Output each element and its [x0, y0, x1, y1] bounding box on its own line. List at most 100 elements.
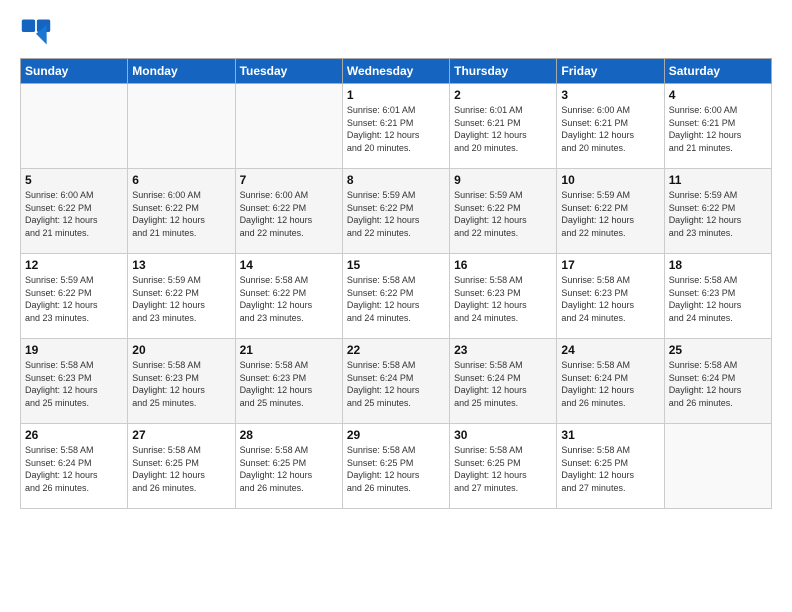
day-cell: 5Sunrise: 6:00 AM Sunset: 6:22 PM Daylig… [21, 169, 128, 254]
day-cell: 24 Sunrise: 5:58 AM Sunset: 6:24 PM Dayli… [557, 339, 664, 424]
day-cell: 18Sunrise: 5:58 AM Sunset: 6:23 PM Dayli… [664, 254, 771, 339]
calendar: SundayMondayTuesdayWednesdayThursdayFrid… [20, 58, 772, 509]
day-cell: 9 Sunrise: 5:59 AM Sunset: 6:22 PM Daylig… [450, 169, 557, 254]
day-info: Sunrise: 5:58 AM Sunset: 6:23 PM Dayligh… [25, 359, 123, 409]
day-cell: 6Sunrise: 6:00 AM Sunset: 6:22 PM Daylig… [128, 169, 235, 254]
day-cell [21, 84, 128, 169]
day-info: Sunrise: 5:59 AM Sunset: 6:22 PM Dayligh… [347, 189, 445, 239]
day-info: Sunrise: 5:59 AM Sunset: 6:22 PM Dayligh… [561, 189, 659, 239]
day-cell: 25 Sunrise: 5:58 AM Sunset: 6:24 PM Dayli… [664, 339, 771, 424]
day-info: Sunrise: 5:58 AM Sunset: 6:23 PM Dayligh… [561, 274, 659, 324]
weekday-header-thursday: Thursday [450, 59, 557, 84]
day-cell: 27 Sunrise: 5:58 AM Sunset: 6:25 PM Dayli… [128, 424, 235, 509]
day-number: 3 [561, 88, 659, 102]
day-info: Sunrise: 5:58 AM Sunset: 6:24 PM Dayligh… [561, 359, 659, 409]
day-info: Sunrise: 5:58 AM Sunset: 6:23 PM Dayligh… [132, 359, 230, 409]
day-cell: 4Sunrise: 6:00 AM Sunset: 6:21 PM Daylig… [664, 84, 771, 169]
day-cell: 11 Sunrise: 5:59 AM Sunset: 6:22 PM Dayli… [664, 169, 771, 254]
day-cell [128, 84, 235, 169]
day-info: Sunrise: 5:58 AM Sunset: 6:24 PM Dayligh… [669, 359, 767, 409]
day-number: 24 [561, 343, 659, 357]
week-row-4: 26 Sunrise: 5:58 AM Sunset: 6:24 PM Dayli… [21, 424, 772, 509]
day-number: 25 [669, 343, 767, 357]
day-cell: 20 Sunrise: 5:58 AM Sunset: 6:23 PM Dayli… [128, 339, 235, 424]
day-number: 17 [561, 258, 659, 272]
day-number: 21 [240, 343, 338, 357]
week-row-0: 1 Sunrise: 6:01 AM Sunset: 6:21 PM Daylig… [21, 84, 772, 169]
day-number: 30 [454, 428, 552, 442]
day-cell: 23 Sunrise: 5:58 AM Sunset: 6:24 PM Dayli… [450, 339, 557, 424]
day-info: Sunrise: 6:00 AM Sunset: 6:22 PM Dayligh… [240, 189, 338, 239]
day-info: Sunrise: 5:59 AM Sunset: 6:22 PM Dayligh… [132, 274, 230, 324]
day-cell: 8 Sunrise: 5:59 AM Sunset: 6:22 PM Daylig… [342, 169, 449, 254]
day-info: Sunrise: 5:58 AM Sunset: 6:22 PM Dayligh… [347, 274, 445, 324]
day-info: Sunrise: 5:58 AM Sunset: 6:24 PM Dayligh… [25, 444, 123, 494]
day-cell: 22 Sunrise: 5:58 AM Sunset: 6:24 PM Dayli… [342, 339, 449, 424]
page: SundayMondayTuesdayWednesdayThursdayFrid… [0, 0, 792, 612]
day-cell: 30 Sunrise: 5:58 AM Sunset: 6:25 PM Dayli… [450, 424, 557, 509]
day-number: 12 [25, 258, 123, 272]
day-number: 13 [132, 258, 230, 272]
day-cell: 14Sunrise: 5:58 AM Sunset: 6:22 PM Dayli… [235, 254, 342, 339]
week-row-1: 5 Sunrise: 6:00 AM Sunset: 6:22 PM Daylig… [21, 169, 772, 254]
day-number: 22 [347, 343, 445, 357]
day-number: 8 [347, 173, 445, 187]
day-cell: 13 Sunrise: 5:59 AM Sunset: 6:22 PM Dayli… [128, 254, 235, 339]
day-cell: 16 Sunrise: 5:58 AM Sunset: 6:23 PM Dayli… [450, 254, 557, 339]
weekday-header-tuesday: Tuesday [235, 59, 342, 84]
day-info: Sunrise: 5:58 AM Sunset: 6:22 PM Dayligh… [240, 274, 338, 324]
day-info: Sunrise: 5:58 AM Sunset: 6:25 PM Dayligh… [454, 444, 552, 494]
weekday-header-wednesday: Wednesday [342, 59, 449, 84]
day-number: 20 [132, 343, 230, 357]
day-number: 26 [25, 428, 123, 442]
day-number: 11 [669, 173, 767, 187]
day-info: Sunrise: 5:58 AM Sunset: 6:23 PM Dayligh… [669, 274, 767, 324]
day-info: Sunrise: 5:59 AM Sunset: 6:22 PM Dayligh… [25, 274, 123, 324]
day-info: Sunrise: 5:58 AM Sunset: 6:23 PM Dayligh… [454, 274, 552, 324]
day-number: 5 [25, 173, 123, 187]
day-info: Sunrise: 5:58 AM Sunset: 6:25 PM Dayligh… [347, 444, 445, 494]
day-number: 2 [454, 88, 552, 102]
day-cell: 21 Sunrise: 5:58 AM Sunset: 6:23 PM Dayli… [235, 339, 342, 424]
day-number: 16 [454, 258, 552, 272]
day-info: Sunrise: 5:58 AM Sunset: 6:24 PM Dayligh… [347, 359, 445, 409]
day-number: 29 [347, 428, 445, 442]
day-number: 15 [347, 258, 445, 272]
day-info: Sunrise: 5:58 AM Sunset: 6:25 PM Dayligh… [132, 444, 230, 494]
day-cell: 19 Sunrise: 5:58 AM Sunset: 6:23 PM Dayli… [21, 339, 128, 424]
day-info: Sunrise: 6:00 AM Sunset: 6:22 PM Dayligh… [132, 189, 230, 239]
day-cell: 2 Sunrise: 6:01 AM Sunset: 6:21 PM Daylig… [450, 84, 557, 169]
weekday-header-row: SundayMondayTuesdayWednesdayThursdayFrid… [21, 59, 772, 84]
day-info: Sunrise: 5:58 AM Sunset: 6:24 PM Dayligh… [454, 359, 552, 409]
day-cell: 26 Sunrise: 5:58 AM Sunset: 6:24 PM Dayli… [21, 424, 128, 509]
day-cell: 12 Sunrise: 5:59 AM Sunset: 6:22 PM Dayli… [21, 254, 128, 339]
day-info: Sunrise: 5:59 AM Sunset: 6:22 PM Dayligh… [454, 189, 552, 239]
day-cell: 7 Sunrise: 6:00 AM Sunset: 6:22 PM Daylig… [235, 169, 342, 254]
day-info: Sunrise: 5:59 AM Sunset: 6:22 PM Dayligh… [669, 189, 767, 239]
day-cell: 15 Sunrise: 5:58 AM Sunset: 6:22 PM Dayli… [342, 254, 449, 339]
weekday-header-saturday: Saturday [664, 59, 771, 84]
week-row-3: 19 Sunrise: 5:58 AM Sunset: 6:23 PM Dayli… [21, 339, 772, 424]
calendar-body: 1 Sunrise: 6:01 AM Sunset: 6:21 PM Daylig… [21, 84, 772, 509]
weekday-header-sunday: Sunday [21, 59, 128, 84]
day-cell: 1 Sunrise: 6:01 AM Sunset: 6:21 PM Daylig… [342, 84, 449, 169]
day-number: 19 [25, 343, 123, 357]
day-number: 28 [240, 428, 338, 442]
day-info: Sunrise: 6:01 AM Sunset: 6:21 PM Dayligh… [454, 104, 552, 154]
weekday-header-monday: Monday [128, 59, 235, 84]
day-info: Sunrise: 5:58 AM Sunset: 6:25 PM Dayligh… [561, 444, 659, 494]
day-cell: 3Sunrise: 6:00 AM Sunset: 6:21 PM Daylig… [557, 84, 664, 169]
day-number: 23 [454, 343, 552, 357]
header [20, 16, 772, 48]
day-number: 7 [240, 173, 338, 187]
day-cell: 17 Sunrise: 5:58 AM Sunset: 6:23 PM Dayli… [557, 254, 664, 339]
day-cell [235, 84, 342, 169]
weekday-header-friday: Friday [557, 59, 664, 84]
day-info: Sunrise: 6:00 AM Sunset: 6:21 PM Dayligh… [669, 104, 767, 154]
day-info: Sunrise: 5:58 AM Sunset: 6:23 PM Dayligh… [240, 359, 338, 409]
day-cell: 10Sunrise: 5:59 AM Sunset: 6:22 PM Dayli… [557, 169, 664, 254]
day-info: Sunrise: 6:01 AM Sunset: 6:21 PM Dayligh… [347, 104, 445, 154]
day-number: 1 [347, 88, 445, 102]
day-number: 27 [132, 428, 230, 442]
day-number: 9 [454, 173, 552, 187]
